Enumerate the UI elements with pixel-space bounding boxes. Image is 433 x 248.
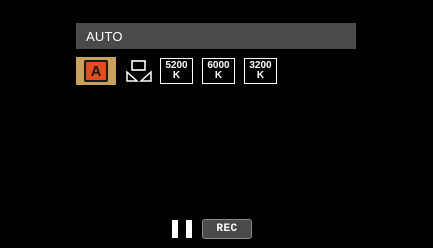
rec-label: REC xyxy=(216,223,238,235)
wb-preset-5200k-button[interactable]: 5200 K xyxy=(160,58,193,84)
wb-preset-3200k-button[interactable]: 3200 K xyxy=(244,58,277,84)
pause-icon xyxy=(172,219,192,239)
wb-auto-button[interactable]: A xyxy=(76,57,116,85)
rec-badge: REC xyxy=(202,219,252,239)
mode-label: AUTO xyxy=(86,28,123,44)
wb-preset-unit: K xyxy=(172,70,181,81)
wb-preset-unit: K xyxy=(256,70,265,81)
wb-auto-icon: A xyxy=(84,60,108,82)
wb-set-icon xyxy=(126,60,152,82)
wb-preset-unit: K xyxy=(214,70,223,81)
recording-status: REC xyxy=(172,219,252,239)
mode-bar[interactable]: AUTO xyxy=(76,23,356,49)
wb-preset-6000k-button[interactable]: 6000 K xyxy=(202,58,235,84)
white-balance-options: A 5200 K 6000 K 3200 K xyxy=(76,57,286,85)
wb-set-button[interactable] xyxy=(122,57,156,85)
pause-bar-left xyxy=(172,220,178,238)
pause-bar-right xyxy=(186,220,192,238)
wb-auto-label: A xyxy=(90,62,102,80)
